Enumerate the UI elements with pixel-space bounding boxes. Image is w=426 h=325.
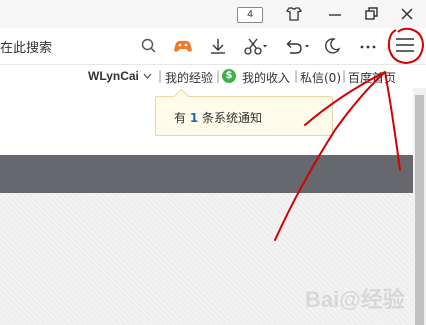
user-nav-bar: WLynCai | 我的经验 | $ 我的收入 | 私信(0) | 百度首页 (0, 64, 408, 88)
page-header-band (0, 155, 413, 193)
undo-icon[interactable] (282, 36, 312, 56)
baidu-home-link[interactable]: 百度首页 (348, 69, 396, 86)
username-link[interactable]: WLynCai (88, 69, 139, 83)
scrollbar-thumb[interactable] (415, 95, 424, 325)
nav-separator: | (216, 69, 221, 83)
nav-separator: | (294, 69, 299, 83)
maximize-icon[interactable] (361, 4, 381, 24)
scissors-icon[interactable] (243, 36, 269, 56)
watermark-logo: Bai@经验 (305, 287, 405, 312)
my-experience-link[interactable]: 我的经验 (165, 69, 213, 86)
tab-count-badge[interactable]: 4 (237, 7, 263, 23)
notification-count: 1 (189, 111, 199, 125)
chevron-down-icon[interactable] (143, 72, 152, 80)
minimize-icon[interactable] (325, 4, 345, 24)
download-icon[interactable] (208, 36, 228, 56)
messages-link[interactable]: 私信(0) (300, 69, 341, 86)
dollar-icon: $ (222, 69, 236, 83)
search-icon[interactable] (139, 36, 159, 56)
more-icon[interactable] (358, 36, 378, 56)
nav-separator: | (342, 69, 347, 83)
game-icon[interactable] (172, 36, 194, 56)
search-input[interactable]: 在此搜索 (0, 37, 52, 56)
notification-suffix: 条系统通知 (202, 111, 263, 125)
night-mode-icon[interactable] (322, 36, 342, 56)
nav-separator: | (158, 69, 163, 83)
browser-toolbar: 在此搜索 (0, 28, 426, 65)
notification-prefix: 有 (174, 111, 187, 125)
skin-icon[interactable] (284, 4, 304, 24)
menu-icon[interactable] (392, 33, 418, 57)
popup-arrow (173, 88, 190, 105)
notification-popup[interactable]: 有 1 条系统通知 (155, 88, 333, 136)
title-bar: 4 (0, 0, 426, 28)
my-income-link[interactable]: 我的收入 (242, 69, 290, 86)
notification-text: 有 1 条系统通知 (174, 109, 262, 126)
close-icon[interactable] (397, 4, 417, 24)
